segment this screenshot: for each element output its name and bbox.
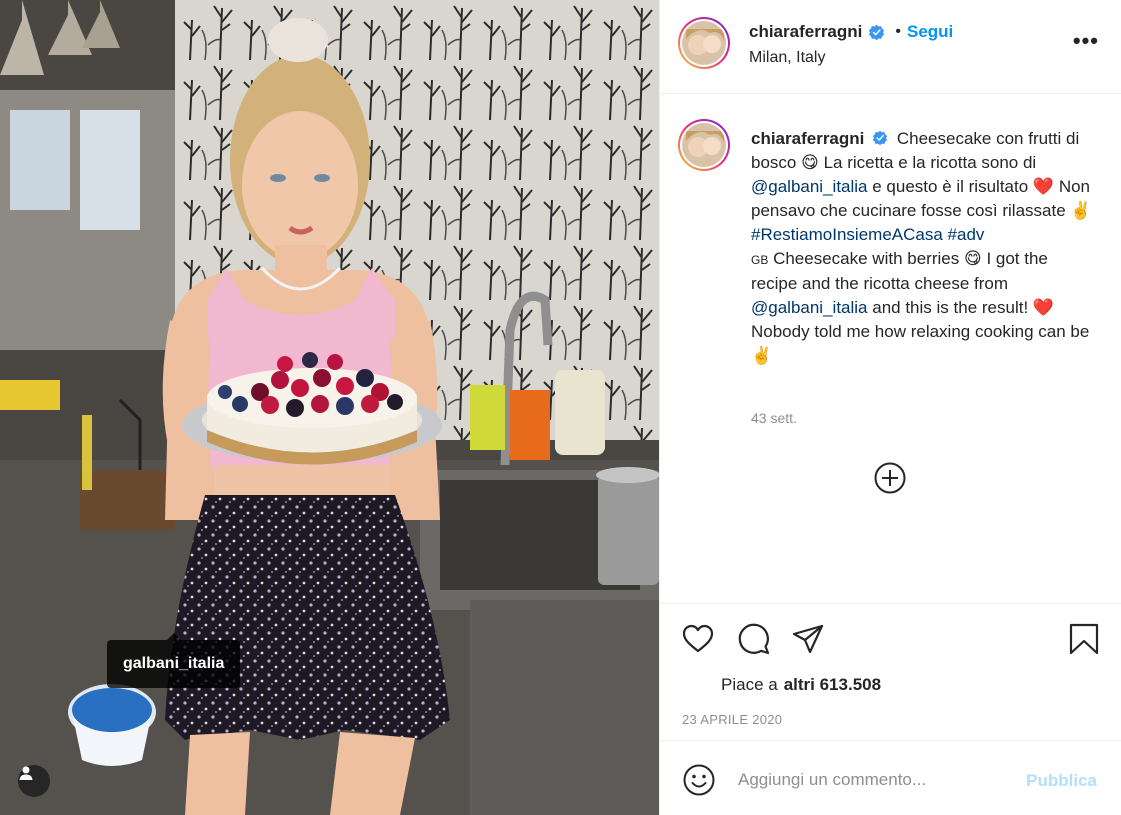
post-photo[interactable]: galbani_italia [0, 0, 659, 815]
avatar-photo-icon [682, 123, 726, 167]
victory-hand-emoji-icon: ✌️ [1070, 201, 1092, 220]
user-icon [19, 766, 33, 780]
caption-text: Nobody told me how relaxing cooking can … [751, 322, 1090, 341]
caption-text: and this is the result! [872, 298, 1029, 317]
follow-button[interactable]: Segui [907, 22, 953, 42]
likes-summary[interactable]: Piace a altri 613.508 [721, 675, 881, 695]
post-location[interactable]: Milan, Italy [749, 49, 825, 67]
hashtag-link[interactable]: #adv [948, 225, 985, 244]
emoji-picker-icon[interactable] [682, 763, 716, 797]
tagged-users-button[interactable] [18, 765, 50, 797]
publish-button[interactable]: Pubblica [1026, 771, 1097, 791]
caption-text: La ricetta e la ricotta sono di [823, 153, 1037, 172]
post-side-panel: chiaraferragni • Segui Milan, Italy ••• … [659, 0, 1121, 815]
share-paper-plane-icon[interactable] [791, 622, 825, 656]
caption-text: Cheesecake with berries [773, 249, 960, 268]
save-bookmark-icon[interactable] [1067, 622, 1101, 656]
verified-badge-icon [872, 130, 888, 146]
caption-text: e questo è il risultato [872, 177, 1029, 196]
yum-emoji-icon: 😋 [801, 153, 819, 172]
product-tag-bubble[interactable]: galbani_italia [107, 633, 241, 688]
likes-count[interactable]: altri 613.508 [784, 675, 881, 694]
comment-input[interactable] [738, 767, 1008, 793]
caption-avatar[interactable] [678, 119, 730, 171]
product-tag-label: galbani_italia [123, 655, 225, 672]
victory-hand-emoji-icon: ✌️ [751, 346, 773, 365]
likes-prefix: Piace a [721, 675, 778, 694]
gb-flag-icon: GB [751, 253, 769, 267]
caption-username[interactable]: chiaraferragni [751, 129, 864, 148]
post-date[interactable]: 23 APRILE 2020 [682, 712, 782, 727]
verified-badge-icon [869, 24, 885, 40]
post-caption: chiaraferragni Cheesecake con frutti di … [751, 127, 1096, 368]
author-username[interactable]: chiaraferragni [749, 22, 862, 42]
like-heart-icon[interactable] [681, 622, 715, 656]
caption-timestamp[interactable]: 43 sett. [751, 410, 797, 426]
header-separator: • [895, 23, 901, 40]
mention-link[interactable]: @galbani_italia [751, 298, 868, 317]
heart-emoji-icon: ❤️ [1032, 298, 1055, 317]
comment-bar: Pubblica [660, 740, 1121, 815]
hashtag-link[interactable]: #RestiamoInsiemeACasa [751, 225, 943, 244]
author-avatar[interactable] [678, 17, 730, 69]
post-actions: Piace a altri 613.508 23 APRILE 2020 [660, 603, 1121, 740]
photo-illustration [0, 0, 659, 815]
yum-emoji-icon: 😋 [963, 249, 982, 268]
load-more-comments-icon[interactable] [874, 462, 906, 494]
heart-emoji-icon: ❤️ [1032, 177, 1055, 196]
comment-bubble-icon[interactable] [737, 622, 771, 656]
mention-link[interactable]: @galbani_italia [751, 177, 868, 196]
post-header: chiaraferragni • Segui Milan, Italy ••• [660, 0, 1121, 94]
avatar-photo-icon [682, 21, 726, 65]
more-options-icon[interactable]: ••• [1073, 30, 1099, 52]
